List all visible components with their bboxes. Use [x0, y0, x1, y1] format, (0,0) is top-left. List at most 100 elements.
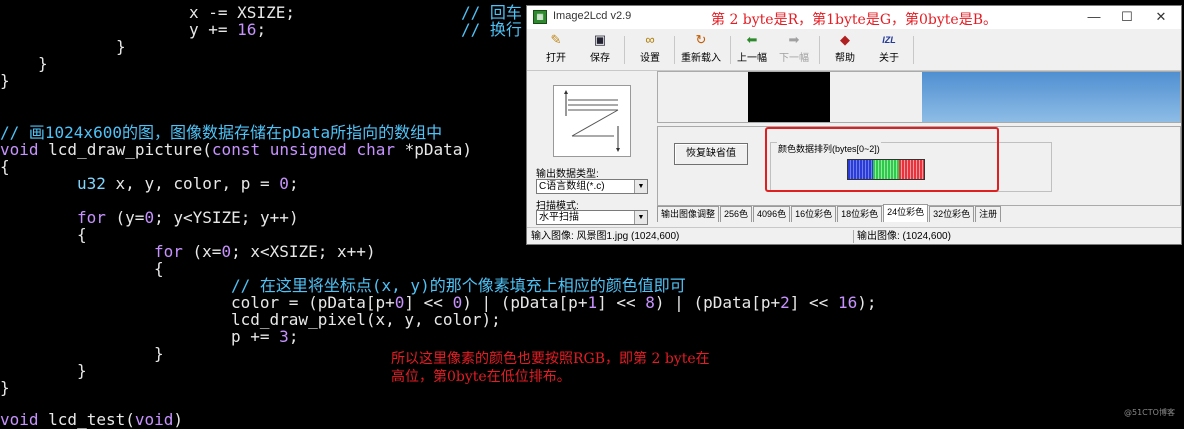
number-literal: 0: [279, 174, 289, 193]
number-literal: 1: [587, 293, 598, 312]
number-literal: 3: [279, 327, 289, 346]
code-text: ;: [288, 327, 299, 346]
output-type-select[interactable]: C语言数组(*.c) ▼: [536, 179, 648, 194]
window-title: Image2Lcd v2.9: [553, 10, 632, 22]
code-line: p += 3;: [231, 328, 298, 345]
app-icon: ▦: [533, 10, 547, 24]
toolbar-separator: [913, 36, 914, 64]
glasses-icon: ∞: [645, 32, 655, 47]
code-text: ] <<: [597, 293, 646, 312]
status-bar: 输入图像: 风景图1.jpg (1024,600) 输出图像: (1024,60…: [527, 227, 1181, 245]
type-keyword: u32: [77, 174, 106, 193]
toolbar-label: 设置: [640, 53, 660, 64]
title-bar[interactable]: ▦ Image2Lcd v2.9 第 2 byte是R，第1byte是G，第0b…: [527, 6, 1181, 29]
previous-image-button[interactable]: ⬅ 上一幅: [735, 33, 769, 67]
rgb-annotation: 所以这里像素的颜色也要按照RGB，即第 2 byte在 高位，第0byte在低位…: [391, 350, 710, 386]
number-literal: 16: [237, 20, 257, 39]
tab-256-color[interactable]: 256色: [720, 206, 753, 222]
keyword: void: [134, 410, 174, 429]
code-line: lcd_draw_pixel(x, y, color);: [231, 310, 501, 329]
code-text: lcd_draw_picture(: [38, 140, 212, 159]
code-text: ) | (pData[p+: [654, 293, 781, 312]
code-brace: }: [0, 378, 10, 397]
keyword: char: [356, 140, 395, 159]
arrow-right-icon: ➡: [788, 32, 800, 47]
floppy-disk-icon: ▣: [593, 32, 607, 47]
tab-output-adjust[interactable]: 输出图像调整: [657, 206, 720, 222]
code-text: ;: [256, 20, 267, 39]
code-comment: // 画1024x600的图，图像数据存储在pData所指向的数组中: [0, 123, 443, 142]
tab-18bit-color[interactable]: 18位彩色: [837, 206, 883, 222]
tab-16bit-color[interactable]: 16位彩色: [791, 206, 837, 222]
tab-24bit-color[interactable]: 24位彩色: [883, 204, 929, 222]
byte-order-annotation: 第 2 byte是R，第1byte是G，第0byte是B。: [711, 12, 997, 28]
code-line: x -= XSIZE;: [189, 4, 295, 21]
folder-open-icon: ✎: [550, 32, 562, 47]
code-text: ; y<YSIZE; y++): [154, 208, 299, 227]
number-literal: 8: [645, 293, 655, 312]
code-comment: // 在这里将坐标点(x, y)的那个像素填充上相应的颜色值即可: [231, 276, 686, 295]
select-value: C语言数组(*.c): [539, 181, 605, 192]
code-text: (x=: [182, 242, 222, 261]
maximize-button[interactable]: ☐: [1112, 8, 1142, 26]
toolbar-separator: [624, 36, 625, 64]
close-button[interactable]: ✕: [1146, 8, 1176, 26]
code-comment: // 换行: [461, 21, 522, 38]
number-literal: 0: [221, 242, 232, 261]
tab-register[interactable]: 注册: [975, 206, 1002, 222]
toolbar-label: 帮助: [835, 53, 855, 64]
save-button[interactable]: ▣ 保存: [585, 33, 615, 67]
watermark: @51CTO博客: [1124, 408, 1175, 417]
code-text: x, y, color, p =: [105, 174, 280, 193]
keyword: void: [0, 410, 39, 429]
tab-32bit-color[interactable]: 32位彩色: [929, 206, 975, 222]
code-brace: {: [0, 157, 10, 176]
image2lcd-window: ▦ Image2Lcd v2.9 第 2 byte是R，第1byte是G，第0b…: [526, 5, 1182, 245]
scan-mode-select[interactable]: 水平扫描 ▼: [536, 210, 648, 225]
code-text: (y=: [105, 208, 145, 227]
toolbar-label: 上一幅: [737, 53, 767, 64]
tab-4096-color[interactable]: 4096色: [753, 206, 791, 222]
code-brace: {: [77, 225, 87, 244]
toolbar: ✎ 打开 ▣ 保存 ∞ 设置 ↻ 重新载入 ⬅ 上一幅 ➡ 下一幅 ◆ 帮助 IZL 关于: [527, 30, 1181, 71]
code-text: ; x<XSIZE; x++): [231, 242, 376, 261]
code-text: lcd_test(: [38, 410, 135, 429]
annotation-line: 高位，第0byte在低位排布。: [391, 369, 571, 385]
about-button[interactable]: IZL 关于: [874, 33, 904, 67]
output-type-label: 输出数据类型:: [536, 169, 599, 180]
minimize-button[interactable]: —: [1079, 8, 1109, 26]
code-comment: // 回车: [461, 4, 522, 21]
open-button[interactable]: ✎ 打开: [541, 33, 571, 67]
function-signature: void lcd_test(void): [0, 411, 183, 428]
code-line: for (x=0; x<XSIZE; x++): [154, 243, 376, 260]
code-text: ] <<: [789, 293, 838, 312]
reload-button[interactable]: ↻ 重新载入: [679, 33, 723, 67]
code-brace: }: [116, 37, 126, 56]
toolbar-separator: [674, 36, 675, 64]
next-image-button[interactable]: ➡ 下一幅: [777, 33, 811, 67]
select-value: 水平扫描: [539, 212, 579, 223]
function-signature: void lcd_draw_picture(const unsigned cha…: [0, 141, 472, 158]
comment-text: // 换行: [461, 20, 522, 39]
code-brace: }: [154, 344, 164, 363]
code-brace: }: [0, 71, 10, 90]
chevron-down-icon: ▼: [634, 180, 647, 193]
about-logo-icon: IZL: [882, 35, 896, 45]
help-book-icon: ◆: [840, 32, 850, 47]
restore-defaults-button[interactable]: 恢复缺省值: [674, 143, 748, 165]
code-line: y += 16;: [189, 21, 266, 38]
code-line: color = (pData[p+0] << 0) | (pData[p+1] …: [231, 294, 876, 311]
preview-image-sky: [922, 72, 1180, 122]
code-brace: }: [38, 54, 48, 73]
toolbar-label: 下一幅: [779, 53, 809, 64]
toolbar-label: 重新载入: [681, 53, 721, 64]
toolbar-separator: [819, 36, 820, 64]
number-literal: 16: [837, 293, 858, 312]
number-literal: 2: [780, 293, 790, 312]
help-button[interactable]: ◆ 帮助: [830, 33, 860, 67]
code-text: *pData): [394, 140, 473, 159]
settings-button[interactable]: ∞ 设置: [635, 33, 665, 67]
left-panel: 输出数据类型: C语言数组(*.c) ▼ 扫描模式: 水平扫描 ▼: [527, 71, 653, 226]
image-preview-strip: [657, 71, 1181, 123]
toolbar-label: 打开: [546, 53, 566, 64]
